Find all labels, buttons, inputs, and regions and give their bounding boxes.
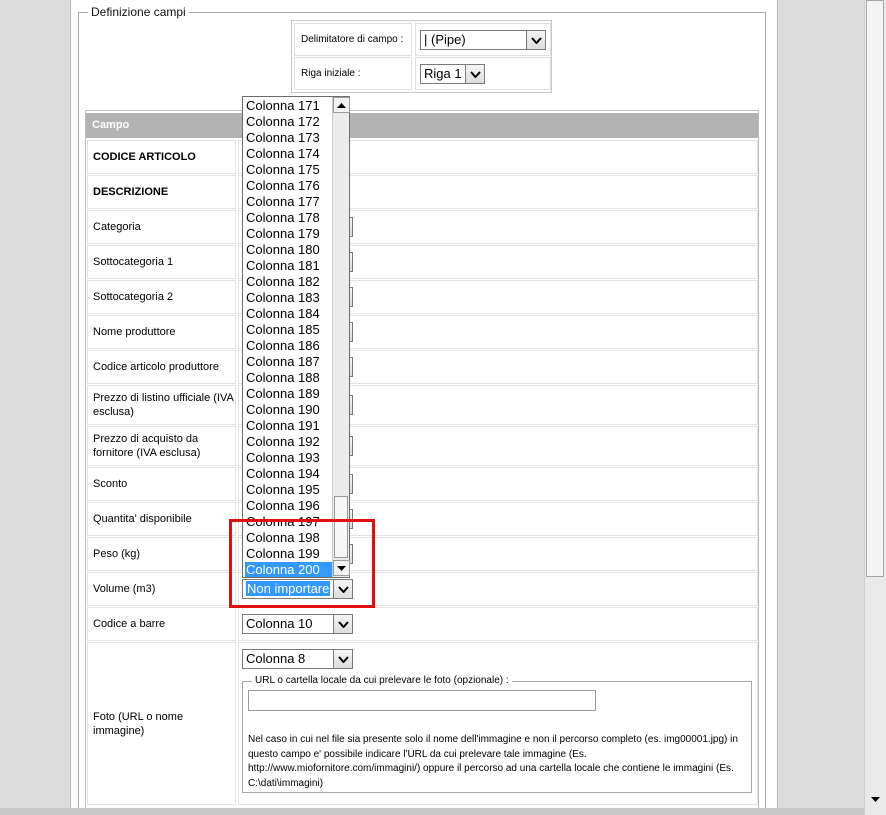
dropdown-option[interactable]: Colonna 177 bbox=[245, 194, 333, 210]
scroll-up-icon[interactable] bbox=[333, 97, 350, 113]
delimiter-select-value: | (Pipe) bbox=[424, 32, 466, 47]
dropdown-option[interactable]: Colonna 181 bbox=[245, 258, 333, 274]
chevron-down-icon[interactable] bbox=[333, 650, 352, 668]
dropdown-option[interactable]: Colonna 191 bbox=[245, 418, 333, 434]
dropdown-option[interactable]: Colonna 189 bbox=[245, 386, 333, 402]
dropdown-option[interactable]: Colonna 178 bbox=[245, 210, 333, 226]
dropdown-option[interactable]: Colonna 173 bbox=[245, 130, 333, 146]
foto-url-note: Nel caso in cui nel file sia presente so… bbox=[248, 734, 738, 789]
dropdown-option[interactable]: Colonna 186 bbox=[245, 338, 333, 354]
start-row-cell: Riga 1 bbox=[415, 57, 551, 90]
start-row-label: Riga iniziale : bbox=[294, 57, 412, 90]
row-label-codice-articolo-produttore: Codice articolo produttore bbox=[87, 350, 236, 384]
dropdown-option[interactable]: Colonna 180 bbox=[245, 242, 333, 258]
delimiter-cell: | (Pipe) bbox=[415, 23, 551, 56]
foto-url-input[interactable] bbox=[248, 690, 596, 711]
row-label-prezzo-listino: Prezzo di listino ufficiale (IVA esclusa… bbox=[87, 385, 236, 425]
row-label-volume: Volume (m3) bbox=[87, 572, 236, 606]
dropdown-option[interactable]: Colonna 176 bbox=[245, 178, 333, 194]
chevron-down-icon[interactable] bbox=[526, 31, 545, 49]
row-label-sottocategoria-2: Sottocategoria 2 bbox=[87, 280, 236, 314]
delimiter-select[interactable]: | (Pipe) bbox=[420, 30, 546, 50]
delimiter-row: Delimitatore di campo : | (Pipe) bbox=[294, 23, 551, 56]
dropdown-option[interactable]: Colonna 182 bbox=[245, 274, 333, 290]
scroll-down-icon[interactable] bbox=[866, 790, 884, 808]
column-select-foto[interactable]: Colonna 8 bbox=[242, 649, 353, 669]
grid-header-label: Campo bbox=[92, 119, 130, 131]
row-label-sottocategoria-1: Sottocategoria 1 bbox=[87, 245, 236, 279]
dropdown-option[interactable]: Colonna 195 bbox=[245, 482, 333, 498]
dropdown-option[interactable]: Colonna 171 bbox=[245, 98, 333, 114]
column-select-foto-value: Colonna 8 bbox=[246, 651, 306, 666]
dropdown-option[interactable]: Colonna 183 bbox=[245, 290, 333, 306]
dropdown-option[interactable]: Colonna 193 bbox=[245, 450, 333, 466]
column-select-codice-a-barre[interactable]: Colonna 10 bbox=[242, 614, 353, 634]
dropdown-option[interactable]: Colonna 174 bbox=[245, 146, 333, 162]
dropdown-option[interactable]: Colonna 184 bbox=[245, 306, 333, 322]
column-select-codice-a-barre-value: Colonna 10 bbox=[246, 616, 313, 631]
row-label-codice-articolo: CODICE ARTICOLO bbox=[87, 140, 236, 174]
row-label-foto: Foto (URL o nome immagine) bbox=[87, 642, 236, 805]
dropdown-option[interactable]: Colonna 179 bbox=[245, 226, 333, 242]
delimiter-label: Delimitatore di campo : bbox=[294, 23, 412, 56]
row-label-prezzo-acquisto: Prezzo di acquisto da fornitore (IVA esc… bbox=[87, 426, 236, 466]
row-label-nome-produttore: Nome produttore bbox=[87, 315, 236, 349]
dropdown-option[interactable]: Colonna 185 bbox=[245, 322, 333, 338]
row-label-descrizione: DESCRIZIONE bbox=[87, 175, 236, 209]
chevron-down-icon[interactable] bbox=[333, 615, 352, 633]
dropdown-option[interactable]: Colonna 172 bbox=[245, 114, 333, 130]
start-row-row: Riga iniziale : Riga 1 bbox=[294, 57, 551, 90]
highlight-annotation-box bbox=[229, 519, 375, 608]
row-label-codice-a-barre: Codice a barre bbox=[87, 607, 236, 641]
dropdown-option[interactable]: Colonna 194 bbox=[245, 466, 333, 482]
page-scroll-thumb[interactable] bbox=[866, 0, 884, 577]
start-row-select[interactable]: Riga 1 bbox=[420, 64, 485, 84]
row-label-quantita: Quantita' disponibile bbox=[87, 502, 236, 536]
dropdown-option[interactable]: Colonna 190 bbox=[245, 402, 333, 418]
dropdown-option[interactable]: Colonna 187 bbox=[245, 354, 333, 370]
dropdown-option[interactable]: Colonna 196 bbox=[245, 498, 333, 514]
row-label-categoria: Categoria bbox=[87, 210, 236, 244]
dropdown-option[interactable]: Colonna 188 bbox=[245, 370, 333, 386]
foto-url-legend: URL o cartella locale da cui prelevare l… bbox=[252, 675, 512, 686]
row-label-peso: Peso (kg) bbox=[87, 537, 236, 571]
start-row-select-value: Riga 1 bbox=[424, 66, 462, 81]
horizontal-scrollbar[interactable] bbox=[0, 808, 864, 815]
row-label-sconto: Sconto bbox=[87, 467, 236, 501]
dropdown-option[interactable]: Colonna 192 bbox=[245, 434, 333, 450]
fields-fieldset-legend: Definizione campi bbox=[88, 5, 189, 19]
settings-table: Delimitatore di campo : | (Pipe) Riga in… bbox=[291, 20, 552, 93]
grid-header bbox=[86, 113, 758, 138]
dropdown-option[interactable]: Colonna 175 bbox=[245, 162, 333, 178]
chevron-down-icon[interactable] bbox=[465, 65, 484, 83]
